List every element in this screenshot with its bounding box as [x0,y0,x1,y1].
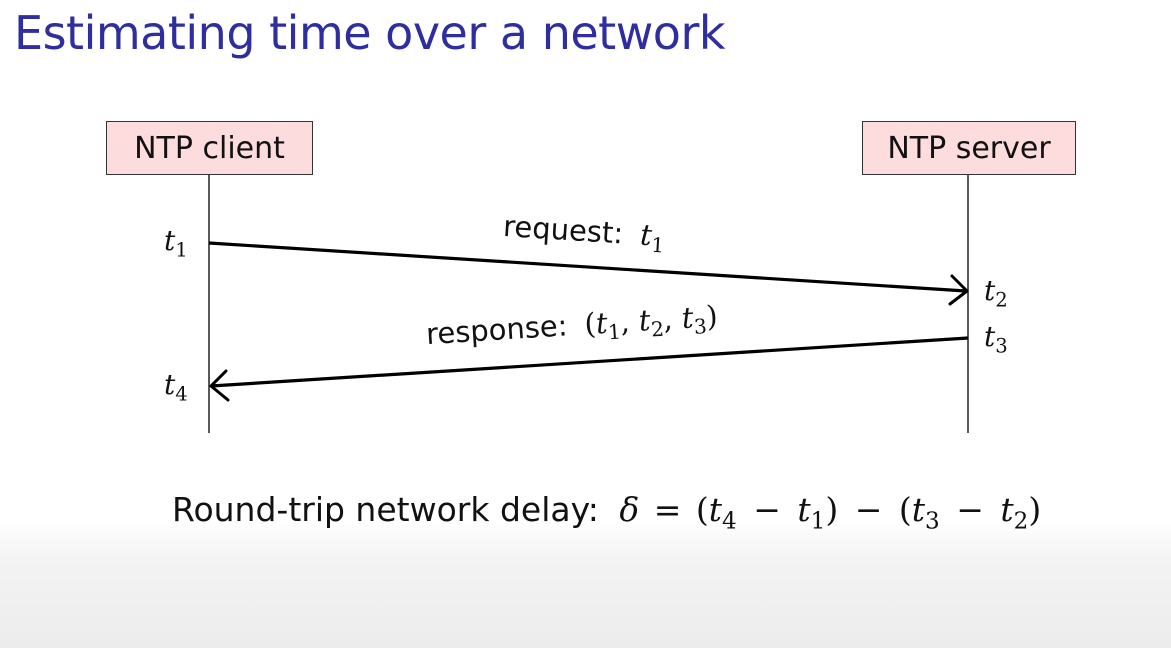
formula-expression: (t4 − t1) − (t3 − t2) [695,490,1042,535]
timestamp-t4: t4 [164,368,188,406]
formula-equals: = [653,490,682,529]
formula-symbol: δ [619,490,640,529]
ntp-client-label: NTP client [134,130,285,166]
round-trip-formula: Round-trip network delay: δ = (t4 − t1) … [172,490,1041,534]
timestamp-t2: t2 [984,274,1008,312]
ntp-server-box: NTP server [862,121,1076,175]
formula-label: Round-trip network delay: [172,490,599,529]
ntp-server-label: NTP server [887,130,1051,166]
formula-math: δ = (t4 − t1) − (t3 − t2) [619,490,1042,535]
timestamp-t1: t1 [164,224,188,262]
timestamp-t3: t3 [984,320,1008,358]
ntp-client-box: NTP client [106,121,313,175]
